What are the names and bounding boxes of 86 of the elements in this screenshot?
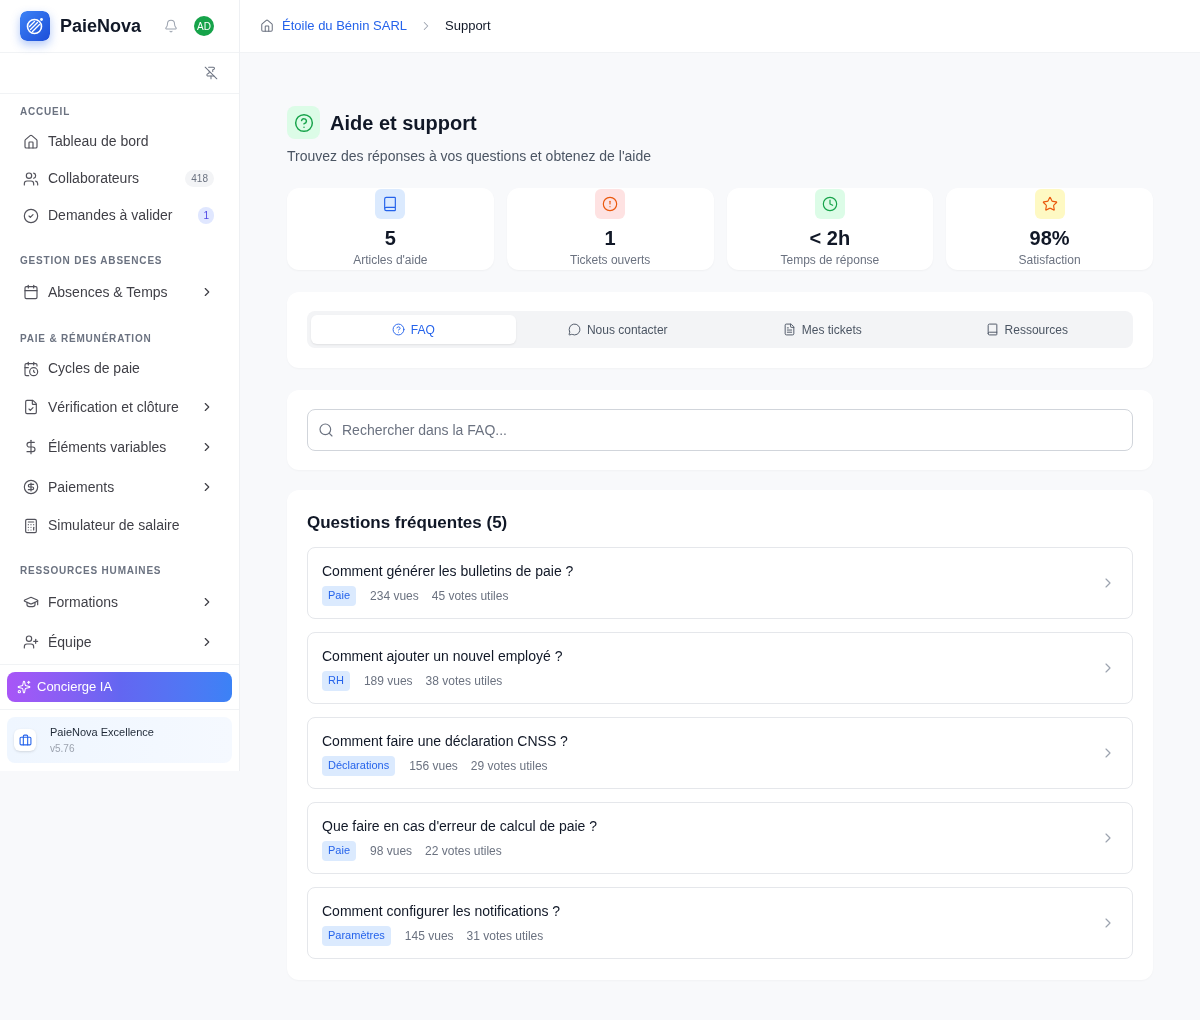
faq-item[interactable]: Comment faire une déclaration CNSS ? Déclarations 156 vues 29 votes utiles [307, 717, 1133, 789]
faq-item[interactable]: Comment configurer les notifications ? Paramètres 145 vues 31 votes utiles [307, 887, 1133, 959]
vote-count: 38 votes utiles [425, 672, 503, 690]
nav-item[interactable]: Demandes à valider 1 [12, 197, 227, 234]
sparkles-icon [17, 680, 31, 694]
stat-value: 5 [384, 226, 396, 251]
stat-label: Tickets ouverts [570, 252, 651, 268]
tab[interactable]: Mes tickets [720, 315, 925, 344]
page-subtitle: Trouvez des réponses à vos questions et obtenez de l'aide [287, 147, 653, 166]
nav-item[interactable]: Cycles de paie [12, 350, 227, 387]
assistant-button[interactable]: Concierge IA [7, 672, 232, 702]
home-icon [23, 133, 39, 150]
category-tag: Paramètres [322, 925, 391, 946]
briefcase-icon [14, 729, 36, 751]
page-title: Aide et support [330, 110, 477, 136]
faq-question: Que faire en cas d'erreur de calcul de paie ? [322, 816, 599, 836]
nav-item[interactable]: Simulateur de salaire [12, 507, 227, 544]
user-plus-icon [23, 634, 39, 650]
nav-item[interactable]: Tableau de bord [12, 123, 227, 160]
chat-bubble-icon [567, 323, 581, 336]
brand-name: PaieNova [60, 14, 143, 38]
vote-count: 22 votes utiles [425, 842, 502, 860]
vote-count: 31 votes utiles [466, 927, 544, 945]
stat-label: Satisfaction [1018, 252, 1081, 268]
home-icon[interactable] [260, 19, 274, 33]
file-check-icon [23, 399, 39, 415]
tab[interactable]: Ressources [924, 315, 1129, 344]
users-icon [23, 170, 39, 187]
nav-item[interactable]: Paiements [12, 467, 227, 507]
nav-item[interactable]: Vérification et clôture [12, 387, 227, 427]
view-count: 189 vues [363, 672, 413, 690]
breadcrumb-link[interactable]: Étoile du Bénin SARL [282, 16, 408, 36]
help-circle-icon [391, 323, 405, 336]
nav-item[interactable]: Absences & Temps [12, 272, 227, 312]
view-count: 145 vues [404, 927, 454, 945]
view-count: 98 vues [370, 842, 413, 860]
faq-question: Comment configurer les notifications ? [322, 901, 562, 921]
vote-count: 29 votes utiles [470, 757, 548, 775]
category-tag: Déclarations [322, 755, 396, 776]
faq-item[interactable]: Comment ajouter un nouvel employé ? RH 189 vues 38 votes utiles [307, 632, 1133, 704]
section-heading: GESTION DES ABSENCES [19, 253, 164, 267]
vote-count: 45 votes utiles [431, 587, 509, 605]
stat-value: < 2h [809, 226, 851, 251]
document-icon [782, 323, 796, 336]
nav-item[interactable]: Éléments variables [12, 427, 227, 467]
check-circle-icon [23, 207, 39, 224]
count-badge: 1 [198, 207, 214, 224]
category-tag: Paie [322, 840, 357, 861]
tab[interactable]: Nous contacter [515, 315, 720, 344]
pin-off-icon[interactable] [204, 66, 218, 80]
calculator-icon [23, 517, 39, 534]
dollar-icon [23, 439, 39, 455]
graduation-cap-icon [23, 594, 39, 610]
tab[interactable]: FAQ [311, 315, 516, 344]
section-heading: PAIE & RÉMUNÉRATION [19, 331, 153, 345]
nav-item[interactable]: Équipe [12, 622, 227, 662]
faq-question: Comment ajouter un nouvel employé ? [322, 646, 564, 666]
dollar-circle-icon [23, 479, 39, 495]
calendar-icon [23, 284, 39, 300]
category-tag: RH [322, 670, 350, 691]
breadcrumb-current: Support [445, 17, 491, 36]
faq-question: Comment générer les bulletins de paie ? [322, 561, 575, 581]
book-icon [985, 323, 999, 336]
faq-item[interactable]: Comment générer les bulletins de paie ? Paie 234 vues 45 votes utiles [307, 547, 1133, 619]
bell-icon[interactable] [164, 19, 178, 33]
view-count: 156 vues [409, 757, 458, 775]
section-heading: ACCUEIL [19, 104, 72, 118]
search-field[interactable]: Rechercher dans la FAQ... [307, 409, 1133, 451]
nav-item[interactable]: Formations [12, 582, 227, 622]
section-title: Questions fréquentes (5) [307, 512, 509, 534]
count-badge: 418 [185, 170, 214, 187]
category-tag: Paie [322, 585, 357, 606]
search-icon [318, 422, 334, 438]
stat-value: 1 [604, 226, 616, 251]
view-count: 234 vues [370, 587, 419, 605]
stat-label: Articles d'aide [353, 252, 428, 268]
stat-label: Temps de réponse [780, 252, 880, 268]
logo-icon[interactable] [20, 11, 50, 41]
nav-item[interactable]: Collaborateurs 418 [12, 160, 227, 197]
stat-value: 98% [1029, 226, 1070, 251]
version-label: v5.76 [50, 743, 76, 755]
plan-name: PaieNova Excellence [50, 725, 154, 739]
faq-item[interactable]: Que faire en cas d'erreur de calcul de paie ? Paie 98 vues 22 votes utiles [307, 802, 1133, 874]
calendar-clock-icon [23, 360, 39, 377]
faq-question: Comment faire une déclaration CNSS ? [322, 731, 569, 751]
section-heading: RESSOURCES HUMAINES [19, 563, 163, 577]
